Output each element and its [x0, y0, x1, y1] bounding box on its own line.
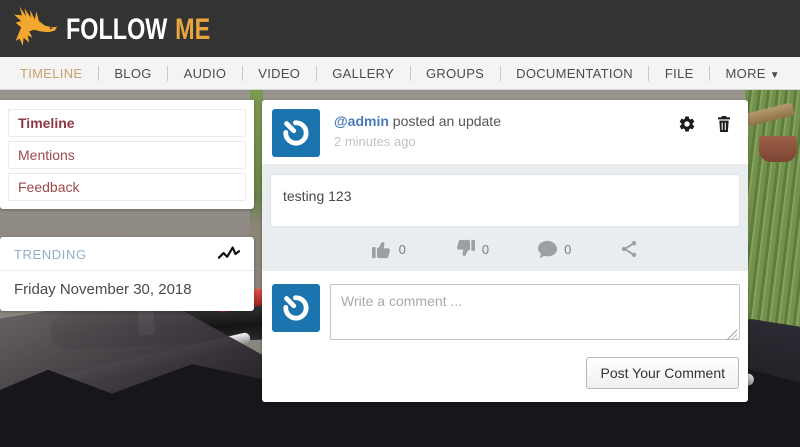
- nav-divider: [500, 66, 501, 81]
- trending-header: TRENDING: [0, 237, 254, 271]
- trending-panel: TRENDING Friday November 30, 2018: [0, 237, 254, 311]
- gear-icon[interactable]: [678, 115, 696, 133]
- avatar[interactable]: [272, 109, 320, 157]
- sidebar-item-mentions[interactable]: Mentions: [8, 141, 246, 169]
- post-action-text: posted an update: [393, 113, 501, 129]
- trending-title: TRENDING: [14, 247, 87, 262]
- brand-first-word: FOLLOW: [66, 13, 167, 47]
- brand-second-word: ME: [175, 13, 210, 47]
- post-actions: 0 0 0: [270, 227, 740, 259]
- post-header: @admin posted an update 2 minutes ago: [262, 100, 748, 164]
- nav-more-label: MORE: [726, 66, 766, 81]
- main-nav: TIMELINE BLOG AUDIO VIDEO GALLERY GROUPS…: [0, 57, 800, 90]
- post-content: testing 123: [270, 174, 740, 227]
- thumbs-down-icon: [454, 239, 476, 259]
- nav-item-file[interactable]: FILE: [665, 66, 694, 81]
- like-button[interactable]: 0: [371, 239, 406, 259]
- nav-divider: [98, 66, 99, 81]
- eagle-icon: [10, 5, 58, 53]
- share-icon: [619, 239, 639, 259]
- activity-icon: [218, 245, 240, 263]
- nav-divider: [316, 66, 317, 81]
- nav-item-documentation[interactable]: DOCUMENTATION: [516, 66, 633, 81]
- nav-item-audio[interactable]: AUDIO: [184, 66, 227, 81]
- power-icon: [279, 291, 313, 325]
- trash-icon[interactable]: [716, 115, 732, 133]
- author-link[interactable]: @admin: [334, 113, 389, 129]
- comment-button[interactable]: 0: [537, 239, 571, 259]
- nav-divider: [709, 66, 710, 81]
- page: FOLLOW ME TIMELINE BLOG AUDIO VIDEO GALL…: [0, 0, 800, 447]
- comment-input-wrap: [330, 284, 740, 345]
- app-header: FOLLOW ME: [0, 0, 800, 57]
- avatar: [272, 284, 320, 332]
- post-meta: @admin posted an update 2 minutes ago: [334, 110, 736, 149]
- comment-bubble-icon: [537, 240, 558, 259]
- comment-submit-row: Post Your Comment: [272, 357, 742, 389]
- grass-area: [745, 90, 800, 332]
- comment-count: 0: [564, 242, 571, 257]
- thumbs-up-icon: [371, 239, 393, 259]
- post-timestamp: 2 minutes ago: [334, 134, 736, 149]
- post-card: @admin posted an update 2 minutes ago: [262, 100, 748, 402]
- nav-item-more[interactable]: MORE ▼: [726, 66, 780, 81]
- post-comment-button[interactable]: Post Your Comment: [586, 357, 739, 389]
- dislike-count: 0: [482, 242, 489, 257]
- post-title: @admin posted an update: [334, 113, 736, 129]
- comment-section: Post Your Comment: [262, 271, 748, 402]
- dislike-button[interactable]: 0: [454, 239, 489, 259]
- trending-date: Friday November 30, 2018: [0, 271, 254, 311]
- chevron-down-icon: ▼: [770, 70, 780, 81]
- nav-item-groups[interactable]: GROUPS: [426, 66, 484, 81]
- nav-divider: [648, 66, 649, 81]
- nav-item-blog[interactable]: BLOG: [114, 66, 151, 81]
- post-tools: [678, 115, 732, 133]
- plant-pot: [759, 136, 797, 162]
- nav-divider: [242, 66, 243, 81]
- nav-divider: [167, 66, 168, 81]
- nav-divider: [410, 66, 411, 81]
- like-count: 0: [399, 242, 406, 257]
- sidebar: Timeline Mentions Feedback: [0, 100, 254, 209]
- brand-title: FOLLOW ME: [66, 13, 210, 47]
- post-body: testing 123 0 0: [262, 164, 748, 271]
- power-icon: [279, 116, 313, 150]
- nav-item-gallery[interactable]: GALLERY: [332, 66, 394, 81]
- nav-item-timeline[interactable]: TIMELINE: [20, 66, 82, 81]
- nav-item-video[interactable]: VIDEO: [258, 66, 300, 81]
- comment-input[interactable]: [330, 284, 740, 340]
- sidebar-item-timeline[interactable]: Timeline: [8, 109, 246, 137]
- sidebar-item-feedback[interactable]: Feedback: [8, 173, 246, 201]
- share-button[interactable]: [619, 239, 639, 259]
- comment-row: [272, 284, 742, 345]
